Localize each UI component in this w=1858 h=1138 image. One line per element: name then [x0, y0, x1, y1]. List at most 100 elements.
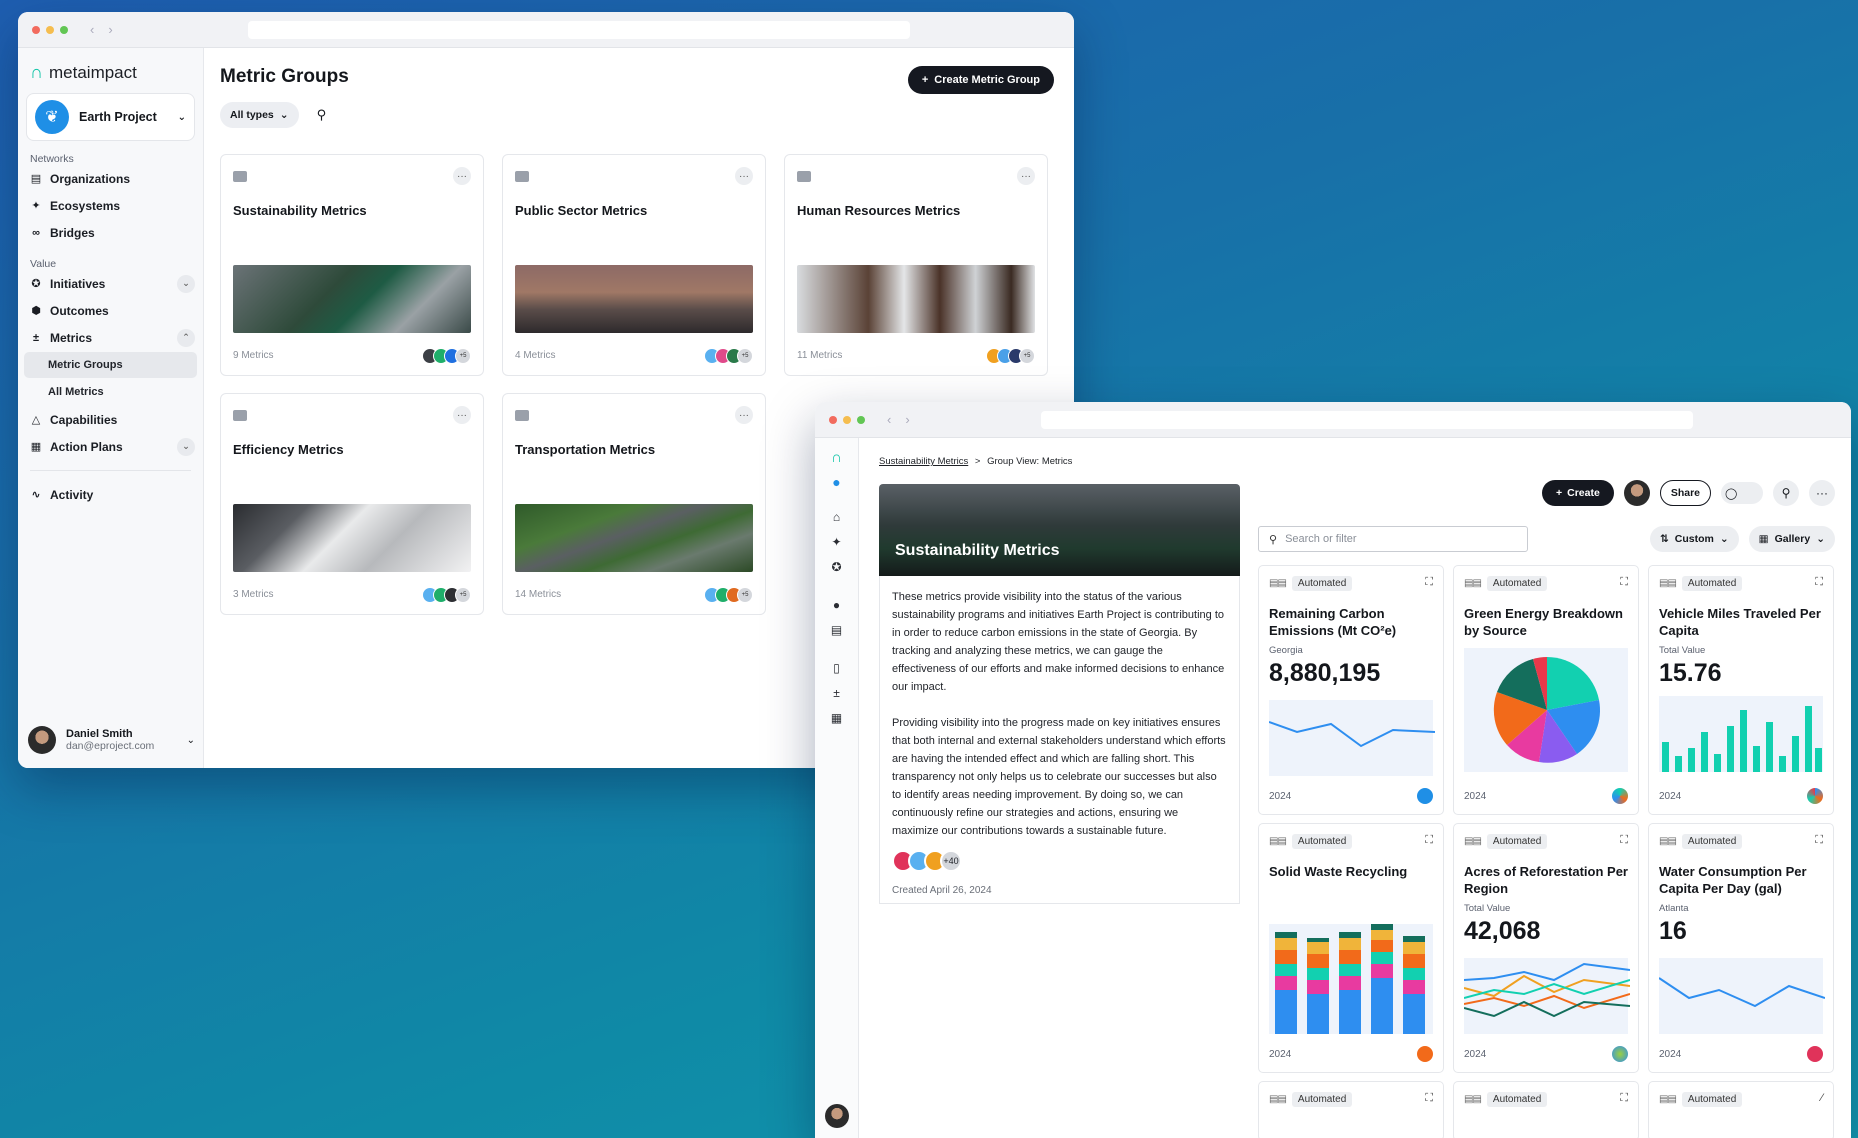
more-options-icon[interactable]: ···: [1017, 167, 1035, 185]
sidebar-item-metrics[interactable]: ± Metrics ⌃: [18, 324, 203, 351]
metric-card[interactable]: ▤▤ Automated ⛶ Vehicle Miles Traveled Per…: [1648, 565, 1834, 815]
share-button[interactable]: Share: [1659, 480, 1711, 506]
create-metric-group-button[interactable]: + Create Metric Group: [907, 66, 1054, 94]
metric-card[interactable]: ▤▤ Automated ⛶ Solid Waste Recycling 2024: [1258, 823, 1444, 1073]
chevron-up-icon[interactable]: ⌃: [177, 328, 195, 347]
expand-icon[interactable]: ⛶: [1620, 576, 1628, 589]
badge-icon: ✪: [31, 278, 41, 290]
expand-icon[interactable]: ⛶: [1425, 1092, 1433, 1105]
expand-icon[interactable]: ⛶: [1620, 1092, 1628, 1105]
forward-arrow-icon[interactable]: ›: [108, 22, 112, 37]
search-icon[interactable]: ⚲: [317, 107, 327, 123]
group-cover-image: [515, 265, 753, 333]
home-icon[interactable]: ⌂: [830, 510, 844, 524]
member-avatars[interactable]: +40: [892, 850, 1227, 872]
automated-badge: Automated: [1486, 576, 1548, 591]
expand-icon[interactable]: ⛶: [1620, 834, 1628, 847]
automation-icon: ▤▤: [1269, 836, 1287, 847]
back-arrow-icon[interactable]: ‹: [887, 412, 891, 427]
more-options-icon[interactable]: ···: [453, 167, 471, 185]
maximize-dot[interactable]: [857, 415, 865, 424]
sidebar-item-outcomes[interactable]: ⬢ Outcomes: [18, 297, 203, 324]
expand-icon[interactable]: ⛶: [1425, 834, 1433, 847]
breadcrumb-parent-link[interactable]: Sustainability Metrics: [879, 456, 968, 467]
expand-icon[interactable]: ⁄: [1821, 1092, 1823, 1104]
more-options-icon[interactable]: ···: [453, 406, 471, 424]
metric-card[interactable]: ▤▤ Automated ⛶ Green Energy Breakdown by …: [1453, 565, 1639, 815]
group-icon: [233, 410, 247, 421]
group-icon: [797, 171, 811, 182]
view-dropdown[interactable]: ▦ Gallery ⌄: [1748, 526, 1835, 552]
sidebar-item-capabilities[interactable]: △ Capabilities: [18, 406, 203, 433]
expand-icon[interactable]: ⛶: [1815, 834, 1823, 847]
sidebar-item-action-plans[interactable]: ▦ Action Plans ⌄: [18, 433, 203, 460]
member-avatars[interactable]: +5: [422, 348, 471, 364]
more-options-icon[interactable]: ···: [735, 406, 753, 424]
sidebar-item-organizations[interactable]: ▤ Organizations: [18, 165, 203, 192]
sort-icon: ⇅: [1659, 533, 1669, 545]
sidebar-item-bridges[interactable]: ∞ Bridges: [18, 219, 203, 246]
type-filter-dropdown[interactable]: All types ⌄: [220, 102, 299, 128]
expand-icon[interactable]: ⛶: [1425, 576, 1433, 589]
sort-dropdown[interactable]: ⇅ Custom ⌄: [1649, 526, 1739, 552]
more-options-button[interactable]: ···: [1809, 480, 1835, 506]
avatar[interactable]: [1623, 480, 1650, 506]
member-avatars[interactable]: +5: [422, 587, 471, 603]
metric-title: Remaining Carbon Emissions (Mt CO²e): [1269, 606, 1397, 638]
project-avatar-icon[interactable]: ●: [830, 474, 844, 490]
building-icon[interactable]: ▤: [830, 623, 844, 637]
book-icon[interactable]: ▯: [830, 661, 844, 675]
metric-group-card[interactable]: ··· Transportation Metrics 14 Metrics +5: [502, 393, 766, 615]
metric-card[interactable]: ▤▤ Automated ⛶ Remaining Carbon Emissions…: [1258, 565, 1444, 815]
maximize-dot[interactable]: [60, 25, 68, 34]
metric-card[interactable]: ▤▤ Automated ⛶ Water Consumption Per Capi…: [1648, 823, 1834, 1073]
search-button[interactable]: ⚲: [1773, 480, 1799, 506]
network-icon[interactable]: ✦: [830, 535, 844, 549]
back-arrow-icon[interactable]: ‹: [90, 22, 94, 37]
created-date: Created April 26, 2024: [892, 885, 992, 896]
org-avatar: [1807, 1046, 1823, 1062]
metric-group-card[interactable]: ··· Efficiency Metrics 3 Metrics +5: [220, 393, 484, 615]
address-bar[interactable]: [248, 21, 910, 39]
sidebar-item-all-metrics[interactable]: All Metrics: [24, 379, 197, 405]
sidebar-item-metric-groups[interactable]: Metric Groups: [24, 352, 197, 378]
metric-card[interactable]: ▤▤ Automated ⛶ Acres of Reforestation Per…: [1453, 823, 1639, 1073]
badge-icon[interactable]: ✪: [830, 560, 844, 574]
line-chart: [1268, 700, 1436, 776]
checklist-icon[interactable]: ▦: [830, 711, 844, 725]
calculator-icon[interactable]: ±: [830, 686, 844, 700]
user-menu[interactable]: Daniel Smith dan@eproject.com ⌄: [28, 726, 195, 754]
more-options-icon[interactable]: ···: [735, 167, 753, 185]
metric-group-card[interactable]: ··· Public Sector Metrics 4 Metrics +5: [502, 154, 766, 376]
project-switcher[interactable]: ❦ Earth Project ⌄: [26, 93, 195, 141]
address-bar[interactable]: [1041, 411, 1693, 429]
close-dot[interactable]: [32, 25, 40, 34]
minimize-dot[interactable]: [843, 415, 851, 424]
metric-title: Water Consumption Per Capita Per Day (ga…: [1659, 864, 1807, 896]
sidebar-item-activity[interactable]: ∿ Activity: [18, 481, 203, 508]
close-dot[interactable]: [829, 415, 837, 424]
expand-icon[interactable]: ⛶: [1815, 576, 1823, 589]
chevron-down-icon[interactable]: ⌄: [177, 274, 195, 293]
member-avatars[interactable]: +5: [704, 587, 753, 603]
create-button[interactable]: + Create: [1541, 480, 1614, 506]
forward-arrow-icon[interactable]: ›: [905, 412, 909, 427]
member-avatars[interactable]: +5: [986, 348, 1035, 364]
brand-logo[interactable]: ∩ metaimpact: [18, 48, 203, 83]
group-icon: [233, 171, 247, 182]
person-icon[interactable]: ●: [830, 598, 844, 612]
metric-card[interactable]: ▤▤ Automated ⁄: [1648, 1081, 1834, 1138]
minimize-dot[interactable]: [46, 25, 54, 34]
metaimpact-logo-icon[interactable]: ∩: [830, 449, 844, 466]
avatar[interactable]: [824, 1104, 849, 1128]
metric-card[interactable]: ▤▤ Automated ⛶: [1258, 1081, 1444, 1138]
search-input[interactable]: ⚲ Search or filter: [1258, 526, 1528, 552]
sidebar-item-initiatives[interactable]: ✪ Initiatives ⌄: [18, 270, 203, 297]
chevron-down-icon[interactable]: ⌄: [177, 437, 195, 456]
comments-toggle[interactable]: ◯: [1721, 482, 1763, 504]
sidebar-item-ecosystems[interactable]: ✦ Ecosystems: [18, 192, 203, 219]
member-avatars[interactable]: +5: [704, 348, 753, 364]
metric-card[interactable]: ▤▤ Automated ⛶: [1453, 1081, 1639, 1138]
metric-group-card[interactable]: ··· Human Resources Metrics 11 Metrics +…: [784, 154, 1048, 376]
metric-group-card[interactable]: ··· Sustainability Metrics 9 Metrics +5: [220, 154, 484, 376]
